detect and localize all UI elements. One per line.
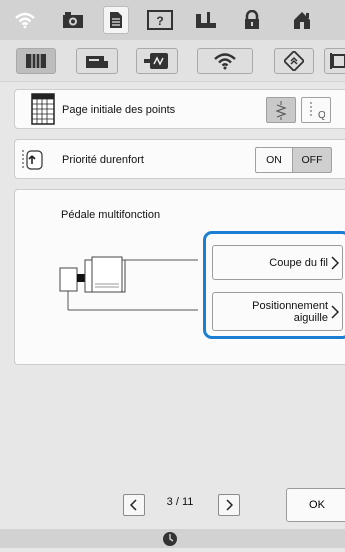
top-tab-bar: ? [0,0,345,40]
settings-page-icon[interactable] [98,0,134,40]
settings-category-bar [0,40,345,82]
chevron-right-icon [226,499,233,511]
start-point-setting-row: Page initiale des points Q [14,89,345,129]
bottom-bar [0,529,345,548]
pedal-label: Pédale multifonction [61,209,161,221]
help-icon[interactable]: ? [140,0,180,40]
start-point-zigzag-option[interactable] [266,97,296,123]
chevron-left-icon [130,499,137,511]
camera-icon[interactable] [54,0,92,40]
home-icon[interactable] [282,0,322,40]
reinforcement-priority-label: Priorité durenfort [62,154,144,166]
svg-text:?: ? [156,14,163,28]
focus-highlight [203,231,345,339]
stitch-grid-icon [31,93,55,130]
machine-settings-icon[interactable] [76,48,118,74]
sewing-settings-icon[interactable] [16,48,56,74]
prev-page-button[interactable] [123,494,145,516]
reinforcement-off-button[interactable]: OFF [292,147,332,173]
ok-button[interactable]: OK [286,488,345,522]
start-point-letter-option[interactable]: Q [301,97,331,123]
svg-text:Q: Q [318,110,325,120]
page-separator: / [175,496,179,508]
embroidery-icon[interactable] [136,48,178,74]
frame-icon[interactable] [324,48,345,74]
current-page: 3 [166,496,173,508]
reinforcement-priority-row: Priorité durenfort ON OFF [14,139,345,179]
foot-pedal-diagram [59,256,199,321]
total-pages: 11 [181,496,194,508]
start-point-label: Page initiale des points [62,104,176,116]
reinforcement-on-button[interactable]: ON [255,147,293,173]
ordering-icon[interactable] [274,48,314,74]
wireless-icon[interactable] [197,48,253,74]
reinforce-stitch-icon [20,149,44,176]
lock-icon[interactable] [232,0,272,40]
wifi-icon[interactable] [6,0,44,40]
page-indicator: 3 / 11 [153,496,207,508]
sewing-icon[interactable] [186,0,226,40]
next-page-button[interactable] [218,494,240,516]
clock-icon[interactable] [162,531,178,552]
